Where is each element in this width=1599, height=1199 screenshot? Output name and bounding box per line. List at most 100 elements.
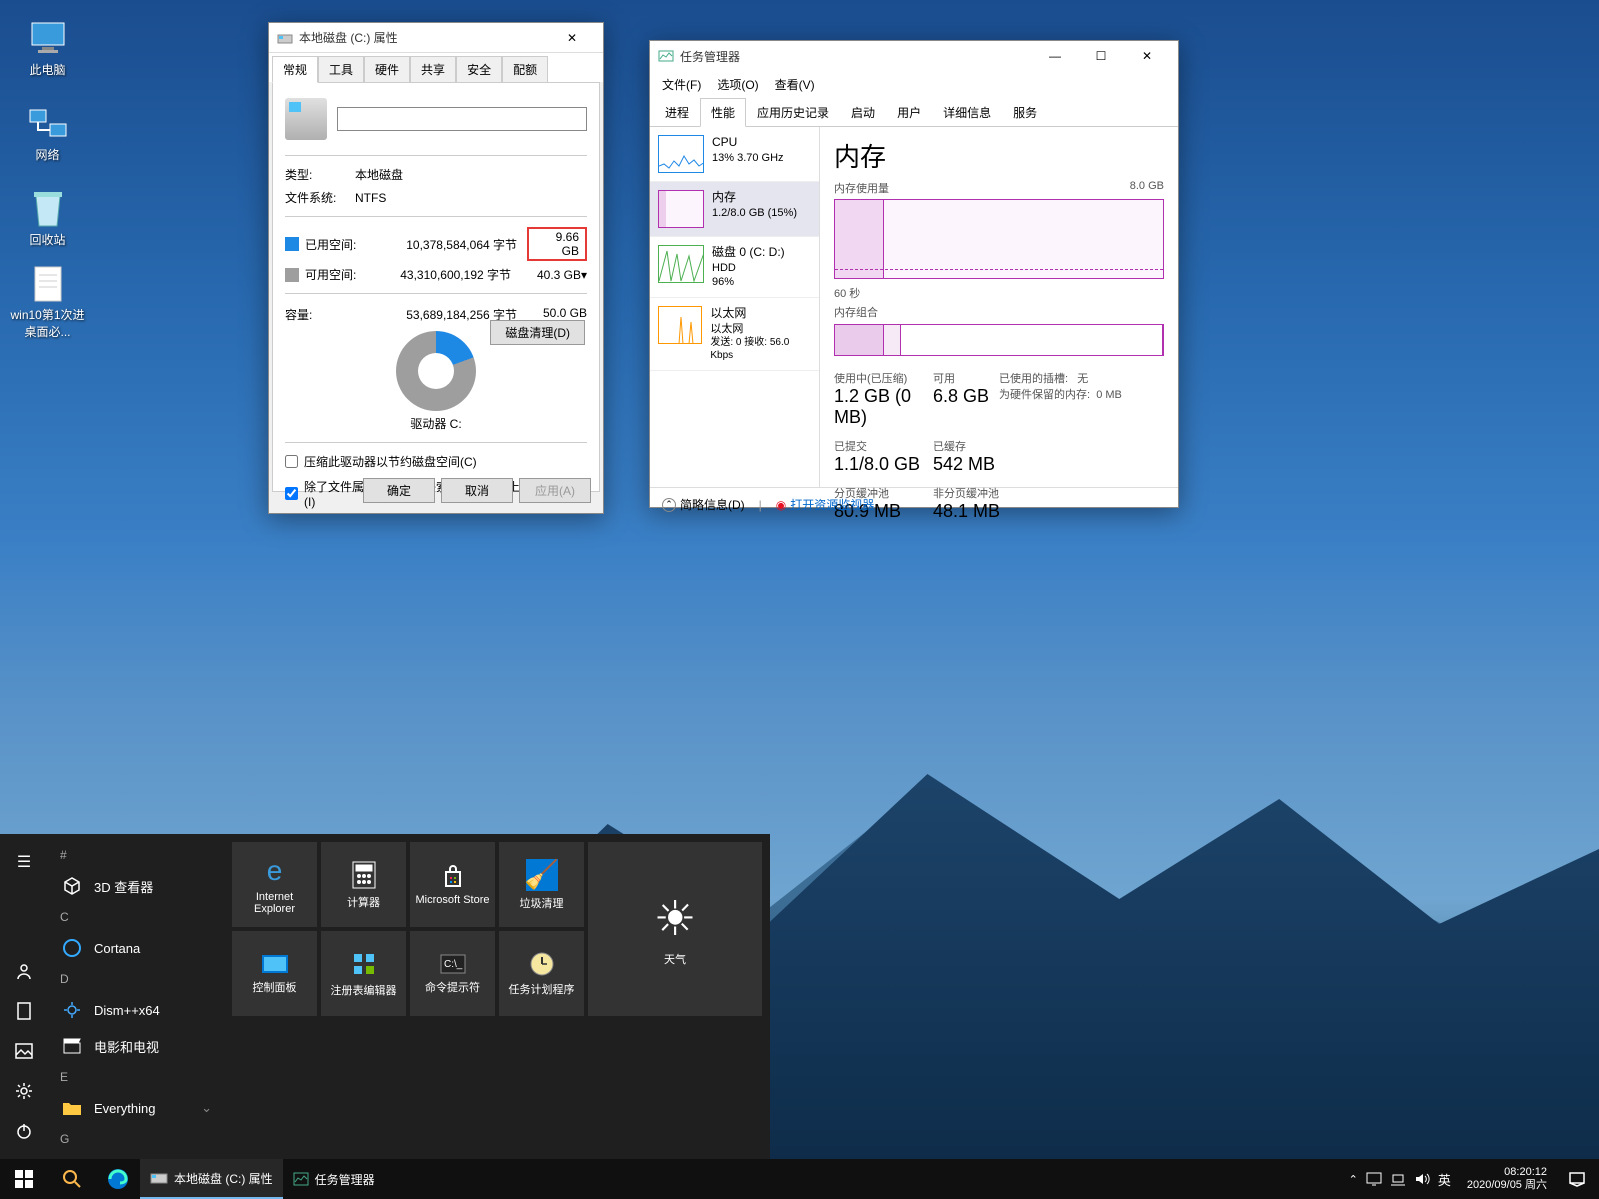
tab-processes[interactable]: 进程 bbox=[654, 98, 700, 126]
tab-hardware[interactable]: 硬件 bbox=[364, 56, 410, 82]
tile-store[interactable]: Microsoft Store bbox=[410, 842, 495, 927]
taskbar-edge[interactable] bbox=[96, 1159, 140, 1199]
sidebar-memory[interactable]: 内存1.2/8.0 GB (15%) bbox=[650, 182, 819, 237]
task-manager-window: 任务管理器 — ☐ ✕ 文件(F) 选项(O) 查看(V) 进程 性能 应用历史… bbox=[649, 40, 1179, 508]
desktop-icon-this-pc[interactable]: 此电脑 bbox=[10, 10, 85, 85]
drive-large-icon bbox=[285, 98, 327, 140]
menubar: 文件(F) 选项(O) 查看(V) bbox=[650, 71, 1178, 98]
rail-user-icon[interactable] bbox=[0, 951, 48, 991]
app-3d-viewer[interactable]: 3D 查看器 bbox=[48, 868, 224, 904]
tile-regedit[interactable]: 注册表编辑器 bbox=[321, 931, 406, 1016]
disk-cleanup-button[interactable]: 磁盘清理(D) bbox=[490, 320, 585, 345]
menu-view[interactable]: 查看(V) bbox=[769, 74, 821, 95]
close-button[interactable]: ✕ bbox=[1124, 41, 1170, 71]
resource-monitor-link[interactable]: ◉打开资源监视器 bbox=[776, 496, 875, 513]
total-memory: 8.0 GB bbox=[1130, 180, 1164, 196]
clock-time: 08:20:12 bbox=[1467, 1166, 1547, 1179]
type-label: 类型: bbox=[285, 166, 355, 183]
system-tray[interactable]: ⌃ 英 bbox=[1341, 1170, 1459, 1189]
rail-settings-icon[interactable] bbox=[0, 1071, 48, 1111]
cube-icon bbox=[60, 874, 84, 898]
tile-ie[interactable]: eInternet Explorer bbox=[232, 842, 317, 927]
tray-up-icon[interactable]: ⌃ bbox=[1349, 1173, 1358, 1186]
tray-network-icon[interactable] bbox=[1390, 1172, 1406, 1186]
drive-name-input[interactable] bbox=[337, 107, 587, 131]
titlebar[interactable]: 任务管理器 — ☐ ✕ bbox=[650, 41, 1178, 71]
tile-control-panel[interactable]: 控制面板 bbox=[232, 931, 317, 1016]
desktop-icons: 此电脑 网络 回收站 win10第1次进桌面必... bbox=[10, 10, 85, 350]
minimize-button[interactable]: — bbox=[1032, 41, 1078, 71]
compress-checkbox[interactable] bbox=[285, 455, 298, 468]
cancel-button[interactable]: 取消 bbox=[441, 478, 513, 503]
sidebar-ethernet[interactable]: 以太网以太网发送: 0 接收: 56.0 Kbps bbox=[650, 298, 819, 371]
menu-file[interactable]: 文件(F) bbox=[656, 74, 707, 95]
app-header-d[interactable]: D bbox=[48, 966, 224, 992]
tile-trash-clean[interactable]: 🧹垃圾清理 bbox=[499, 842, 584, 927]
search-button[interactable] bbox=[48, 1159, 96, 1199]
desktop-icon-recycle[interactable]: 回收站 bbox=[10, 180, 85, 255]
drive-letter-label: 驱动器 C: bbox=[285, 415, 587, 432]
rail-power-icon[interactable] bbox=[0, 1111, 48, 1151]
desktop-icon-network[interactable]: 网络 bbox=[10, 95, 85, 170]
tab-history[interactable]: 应用历史记录 bbox=[746, 98, 840, 126]
tile-calculator[interactable]: 计算器 bbox=[321, 842, 406, 927]
tray-monitor-icon[interactable] bbox=[1366, 1172, 1382, 1186]
close-button[interactable]: ✕ bbox=[549, 23, 595, 53]
desktop-icon-doc[interactable]: win10第1次进桌面必... bbox=[10, 265, 85, 340]
apply-button[interactable]: 应用(A) bbox=[519, 478, 591, 503]
drive-icon bbox=[277, 30, 293, 46]
maximize-button[interactable]: ☐ bbox=[1078, 41, 1124, 71]
recycle-icon bbox=[28, 188, 68, 228]
app-everything[interactable]: Everything⌄ bbox=[48, 1090, 224, 1126]
clock-date: 2020/09/05 bbox=[1467, 1179, 1522, 1191]
taskbar-taskmgr[interactable]: 任务管理器 bbox=[283, 1159, 385, 1199]
titlebar[interactable]: 本地磁盘 (C:) 属性 ✕ bbox=[269, 23, 603, 53]
compress-checkbox-row[interactable]: 压缩此驱动器以节约磁盘空间(C) bbox=[285, 453, 587, 470]
tab-quota[interactable]: 配额 bbox=[502, 56, 548, 82]
gear-icon bbox=[60, 998, 84, 1022]
index-checkbox[interactable] bbox=[285, 487, 298, 500]
app-movies[interactable]: 电影和电视 bbox=[48, 1028, 224, 1064]
app-dism[interactable]: Dism++x64 bbox=[48, 992, 224, 1028]
tab-details[interactable]: 详细信息 bbox=[932, 98, 1002, 126]
taskbar-properties[interactable]: 本地磁盘 (C:) 属性 bbox=[140, 1159, 283, 1199]
app-header-e[interactable]: E bbox=[48, 1064, 224, 1090]
tray-ime[interactable]: 英 bbox=[1438, 1170, 1451, 1189]
memory-usage-graph[interactable] bbox=[834, 199, 1164, 279]
tile-weather[interactable]: ☀天气 bbox=[588, 842, 762, 1016]
tile-cmd[interactable]: C:\_命令提示符 bbox=[410, 931, 495, 1016]
icon-label: 网络 bbox=[35, 146, 59, 163]
performance-sidebar: CPU13% 3.70 GHz 内存1.2/8.0 GB (15%) 磁盘 0 … bbox=[650, 127, 820, 487]
memory-composition-bar[interactable] bbox=[834, 324, 1164, 356]
clock-day: 周六 bbox=[1525, 1179, 1547, 1191]
tab-general[interactable]: 常规 bbox=[272, 56, 318, 83]
tab-users[interactable]: 用户 bbox=[886, 98, 932, 126]
sidebar-cpu[interactable]: CPU13% 3.70 GHz bbox=[650, 127, 819, 182]
tab-security[interactable]: 安全 bbox=[456, 56, 502, 82]
app-cortana[interactable]: Cortana bbox=[48, 930, 224, 966]
app-header-c[interactable]: C bbox=[48, 904, 224, 930]
taskbar-clock[interactable]: 08:20:12 2020/09/05 周六 bbox=[1459, 1166, 1555, 1192]
app-groove[interactable]: Groove 音乐 bbox=[48, 1152, 224, 1159]
app-header-hash[interactable]: # bbox=[48, 842, 224, 868]
tab-sharing[interactable]: 共享 bbox=[410, 56, 456, 82]
tab-startup[interactable]: 启动 bbox=[840, 98, 886, 126]
start-button[interactable] bbox=[0, 1159, 48, 1199]
rail-pictures-icon[interactable] bbox=[0, 1031, 48, 1071]
stat-available: 6.8 GB bbox=[933, 386, 999, 407]
brief-info-button[interactable]: ⌃简略信息(D) bbox=[662, 496, 745, 513]
app-list[interactable]: # 3D 查看器 C Cortana D Dism++x64 电影和电视 E E… bbox=[48, 834, 224, 1159]
tab-performance[interactable]: 性能 bbox=[700, 98, 746, 127]
tab-tools[interactable]: 工具 bbox=[318, 56, 364, 82]
rail-documents-icon[interactable] bbox=[0, 991, 48, 1031]
tile-task-scheduler[interactable]: 任务计划程序 bbox=[499, 931, 584, 1016]
menu-options[interactable]: 选项(O) bbox=[711, 74, 764, 95]
performance-main: 内存 内存使用量8.0 GB 60 秒 内存组合 使用中(已压缩)1.2 GB … bbox=[820, 127, 1178, 487]
rail-menu-icon[interactable]: ☰ bbox=[0, 842, 48, 882]
app-header-g[interactable]: G bbox=[48, 1126, 224, 1152]
sidebar-disk[interactable]: 磁盘 0 (C: D:)HDD96% bbox=[650, 237, 819, 298]
tray-volume-icon[interactable] bbox=[1414, 1172, 1430, 1186]
tab-services[interactable]: 服务 bbox=[1002, 98, 1048, 126]
notification-button[interactable] bbox=[1555, 1159, 1599, 1199]
ok-button[interactable]: 确定 bbox=[363, 478, 435, 503]
